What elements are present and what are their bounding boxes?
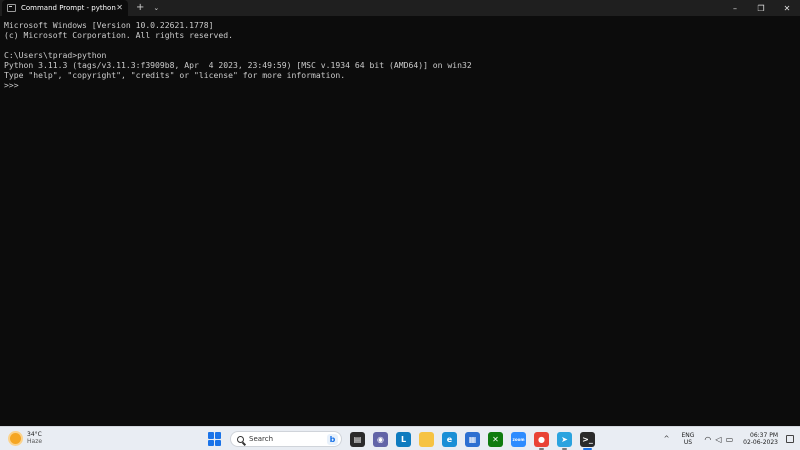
chrome-icon[interactable]: ● (534, 431, 549, 450)
title-bar: Command Prompt - python ✕ + ⌄ – ❐ ✕ (0, 0, 800, 16)
show-hidden-icons-chevron-icon[interactable]: ^ (664, 435, 670, 443)
close-button[interactable]: ✕ (774, 0, 800, 16)
terminal-line: Type "help", "copyright", "credits" or "… (4, 70, 346, 80)
volume-icon[interactable]: ◁ (715, 435, 721, 444)
clock-date: 02-06-2023 (743, 439, 778, 446)
folder-icon[interactable] (419, 431, 434, 447)
language-indicator[interactable]: ENG US (681, 432, 694, 446)
terminal-output[interactable]: Microsoft Windows [Version 10.0.22621.17… (4, 20, 796, 422)
weather-sun-icon (10, 432, 21, 444)
language-primary: ENG (681, 432, 695, 439)
wifi-icon[interactable]: ◠ (704, 435, 711, 444)
telegram-icon[interactable]: ➤ (557, 431, 572, 450)
weather-condition: Haze (27, 438, 43, 445)
search-label: Search (249, 435, 274, 443)
maximize-button[interactable]: ❐ (748, 0, 774, 16)
tab-close-button[interactable]: ✕ (116, 4, 123, 12)
terminal-line: C:\Users\tprad>python (4, 50, 107, 60)
system-tray: ^ ENG US ◠ ◁ ▭ 06:37 PM 02-06-2023 (664, 427, 800, 450)
start-button[interactable] (208, 432, 222, 446)
xbox-icon[interactable]: ✕ (488, 431, 503, 447)
taskbar-search[interactable]: Search b (230, 431, 342, 447)
new-tab-button[interactable]: + (136, 3, 144, 13)
terminal-line: Python 3.11.3 (tags/v3.11.3:f3909b8, Apr… (4, 60, 472, 70)
clock-time: 06:37 PM (750, 432, 778, 439)
command-prompt-icon (7, 4, 16, 12)
battery-icon[interactable]: ▭ (726, 435, 734, 444)
bing-icon[interactable]: b (327, 434, 338, 445)
zoom-icon[interactable]: zoom (511, 431, 526, 447)
weather-temperature: 34°C (27, 431, 42, 438)
window-controls: – ❐ ✕ (722, 0, 800, 16)
terminal-line: (c) Microsoft Corporation. All rights re… (4, 30, 234, 40)
weather-widget[interactable]: 34°C Haze (10, 431, 42, 445)
tab-title: Command Prompt - python (21, 4, 116, 12)
notification-icon[interactable] (786, 435, 794, 443)
edge-icon[interactable]: e (442, 431, 457, 447)
python-prompt[interactable]: >>> (4, 80, 796, 90)
minimize-button[interactable]: – (722, 0, 748, 16)
teams-chat-icon[interactable]: ◉ (373, 431, 388, 447)
terminal-icon[interactable]: >_ (580, 431, 595, 450)
taskbar: 34°C Haze Search b ▤ ◉ Le ▦ ✕ zoom ● ➤ >_ ^ ENG … (0, 426, 800, 450)
taskbar-center: Search b ▤ ◉ Le ▦ ✕ zoom ● ➤ >_ (208, 430, 595, 450)
clock[interactable]: 06:37 PM 02-06-2023 (743, 432, 778, 446)
windows-logo-icon (208, 432, 214, 439)
search-icon (237, 435, 244, 443)
file-explorer-icon[interactable]: ▤ (350, 431, 365, 447)
language-secondary: US (683, 439, 693, 446)
tab-dropdown-button[interactable]: ⌄ (153, 4, 159, 12)
terminal-line: Microsoft Windows [Version 10.0.22621.17… (4, 20, 214, 30)
tab-command-prompt[interactable]: Command Prompt - python ✕ (2, 0, 128, 16)
store-icon[interactable]: ▦ (465, 431, 480, 447)
l-app-icon[interactable]: L (396, 431, 411, 447)
